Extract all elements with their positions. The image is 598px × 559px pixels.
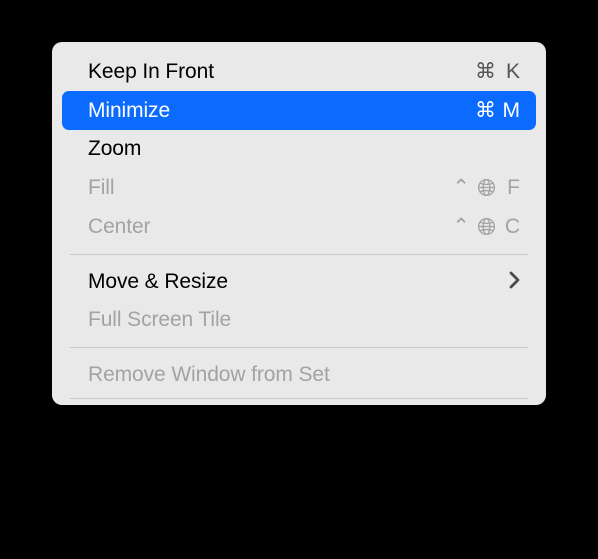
menu-item-label: Minimize (88, 99, 170, 123)
menu-item-keep-in-front[interactable]: Keep In Front ⌘ K (52, 52, 546, 91)
command-icon: ⌘ (475, 98, 496, 123)
menu-item-label: Move & Resize (88, 270, 228, 294)
shortcut-key: K (502, 60, 520, 84)
shortcut-key: M (502, 99, 520, 123)
menu-separator (70, 254, 528, 255)
globe-icon (476, 217, 496, 237)
window-menu: Keep In Front ⌘ K Minimize ⌘ M Zoom Fill… (52, 42, 546, 405)
menu-item-label: Remove Window from Set (88, 363, 330, 387)
menu-item-minimize[interactable]: Minimize ⌘ M (62, 91, 536, 130)
menu-item-fill: Fill ⌃ F (52, 168, 546, 207)
menu-item-full-screen-tile: Full Screen Tile (52, 301, 546, 339)
menu-separator (70, 347, 528, 348)
menu-item-shortcut: ⌘ K (475, 59, 520, 84)
menu-item-shortcut: ⌃ F (452, 175, 520, 200)
menu-item-label: Zoom (88, 137, 141, 161)
menu-item-move-resize[interactable]: Move & Resize (52, 263, 546, 301)
shortcut-key: C (502, 215, 520, 239)
menu-item-label: Full Screen Tile (88, 308, 231, 332)
menu-item-label: Keep In Front (88, 60, 214, 84)
control-icon: ⌃ (452, 175, 470, 200)
menu-item-shortcut: ⌃ C (452, 214, 520, 239)
menu-item-shortcut: ⌘ M (475, 98, 520, 123)
command-icon: ⌘ (475, 59, 496, 84)
globe-icon (476, 178, 496, 198)
chevron-right-icon (509, 270, 520, 294)
menu-item-center: Center ⌃ C (52, 207, 546, 246)
menu-item-remove-window-from-set: Remove Window from Set (52, 356, 546, 394)
menu-item-label: Fill (88, 176, 114, 200)
menu-separator (70, 398, 528, 399)
menu-item-label: Center (88, 215, 150, 239)
menu-item-zoom[interactable]: Zoom (52, 130, 546, 168)
control-icon: ⌃ (452, 214, 470, 239)
shortcut-key: F (502, 176, 520, 200)
